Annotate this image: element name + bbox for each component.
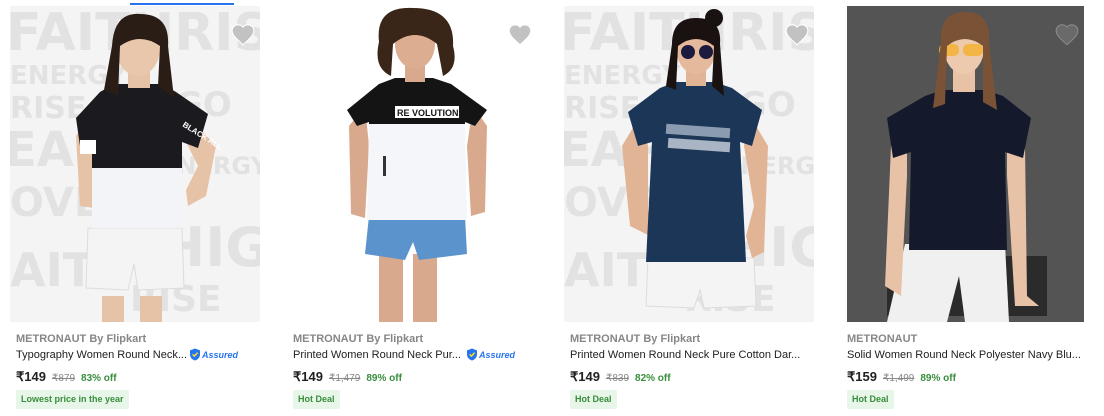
heart-icon[interactable] — [784, 22, 810, 48]
product-brand[interactable]: METRONAUT By Flipkart — [16, 333, 146, 345]
original-price: ₹1,479 — [328, 373, 361, 384]
product-image[interactable]: FAITHRISE ENERGY RISE PGO EAP ENERGY HIG… — [10, 6, 260, 322]
product-image[interactable] — [847, 6, 1084, 322]
selling-price: ₹149 — [16, 369, 46, 384]
discount-percent: 82% off — [635, 373, 671, 384]
product-image[interactable]: RE VOLUTION — [287, 6, 537, 322]
product-brand[interactable]: METRONAUT — [847, 333, 917, 345]
product-title[interactable]: Printed Women Round Neck Pur... — [293, 349, 461, 361]
assured-shield-icon — [467, 348, 477, 361]
discount-percent: 89% off — [366, 373, 402, 384]
original-price: ₹879 — [51, 373, 76, 384]
selling-price: ₹159 — [847, 369, 877, 384]
price-row: ₹149 ₹879 83% off — [16, 369, 117, 385]
product-photo: FAITHRISE ENERGY RISE PGO EAP ENERGY HIG… — [564, 6, 814, 322]
price-row: ₹159 ₹1,499 89% off — [847, 369, 956, 385]
assured-shield-icon — [190, 348, 200, 361]
product-title[interactable]: Printed Women Round Neck Pure Cotton Dar… — [570, 349, 800, 361]
selling-price: ₹149 — [293, 369, 323, 384]
price-row: ₹149 ₹839 82% off — [570, 369, 671, 385]
assured-badge: Assured — [189, 348, 238, 361]
product-card[interactable]: RE VOLUTION METRONAUT By Flipkart Printe… — [277, 0, 539, 416]
original-price: ₹839 — [605, 373, 630, 384]
deal-badge: Lowest price in the year — [16, 390, 129, 409]
product-card[interactable]: FAITHRISE ENERGY RISE PGO EAP ENERGY HIG… — [554, 0, 816, 416]
shirt-print-text: RE VOLUTION — [397, 108, 459, 118]
product-image[interactable]: FAITHRISE ENERGY RISE PGO EAP ENERGY HIG… — [564, 6, 814, 322]
heart-icon[interactable] — [507, 22, 533, 48]
assured-label: Assured — [479, 349, 516, 360]
product-photo: FAITHRISE ENERGY RISE PGO EAP ENERGY HIG… — [10, 6, 260, 322]
product-brand[interactable]: METRONAUT By Flipkart — [570, 333, 700, 345]
product-photo — [847, 6, 1084, 322]
product-brand[interactable]: METRONAUT By Flipkart — [293, 333, 423, 345]
assured-label: Assured — [202, 349, 239, 360]
price-row: ₹149 ₹1,479 89% off — [293, 369, 402, 385]
assured-badge: Assured — [466, 348, 515, 361]
discount-percent: 83% off — [81, 373, 117, 384]
backdrop-text: RISE — [10, 91, 86, 126]
discount-percent: 89% off — [920, 373, 956, 384]
backdrop-text: RISE — [564, 91, 640, 126]
selling-price: ₹149 — [570, 369, 600, 384]
product-card[interactable]: FAITHRISE ENERGY RISE PGO EAP ENERGY HIG… — [0, 0, 262, 416]
deal-badge: Hot Deal — [293, 390, 340, 409]
product-title[interactable]: Solid Women Round Neck Polyester Navy Bl… — [847, 349, 1081, 361]
product-title[interactable]: Typography Women Round Neck... — [16, 349, 187, 361]
deal-badge: Hot Deal — [847, 390, 894, 409]
original-price: ₹1,499 — [882, 373, 915, 384]
heart-icon[interactable] — [1054, 22, 1080, 48]
product-card[interactable]: METRONAUT Solid Women Round Neck Polyest… — [831, 0, 1093, 416]
deal-badge: Hot Deal — [570, 390, 617, 409]
heart-icon[interactable] — [230, 22, 256, 48]
product-photo: RE VOLUTION — [287, 6, 537, 322]
